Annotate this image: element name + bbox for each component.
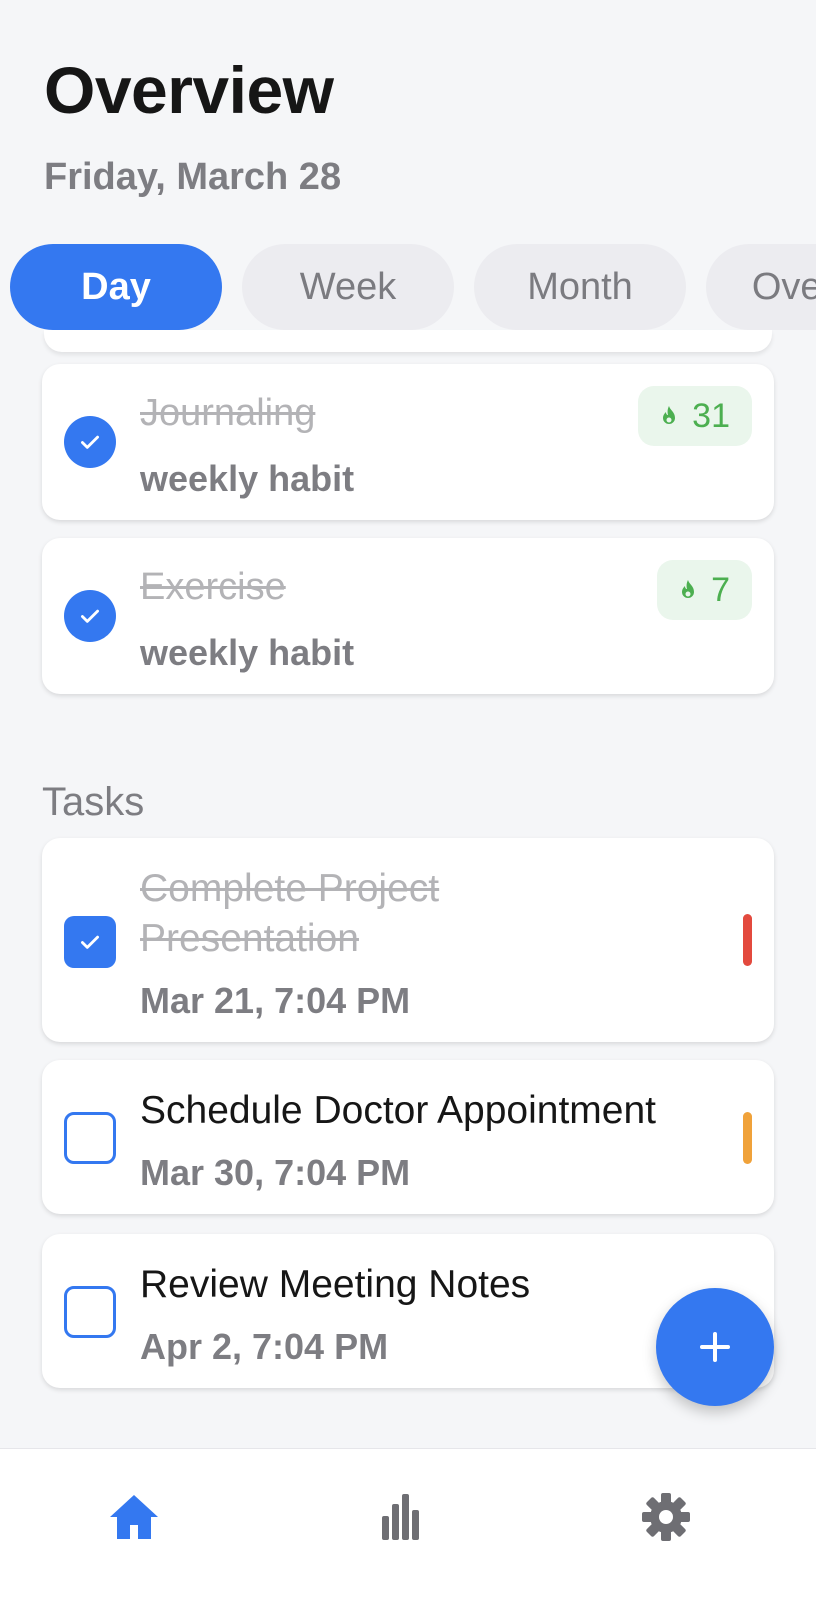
home-icon xyxy=(110,1495,158,1539)
habit-card-partial xyxy=(44,330,772,352)
habit-name: Journaling xyxy=(140,392,316,434)
task-card[interactable]: Schedule Doctor Appointment Mar 30, 7:04… xyxy=(42,1060,774,1214)
streak-count: 31 xyxy=(692,396,730,435)
nav-settings[interactable] xyxy=(636,1487,696,1547)
task-title: Review Meeting Notes xyxy=(140,1263,531,1306)
bottom-navigation xyxy=(0,1448,816,1600)
page-title: Overview xyxy=(44,53,334,127)
habit-card[interactable]: Exercise weekly habit 7 xyxy=(42,538,774,694)
tasks-section-heading: Tasks xyxy=(42,780,145,824)
app-screen: Overview Friday, March 28 Day Week Month Ov… xyxy=(0,0,816,1600)
checkmark-icon xyxy=(81,435,99,449)
task-due-date: Mar 21, 7:04 PM xyxy=(140,980,411,1021)
task-checkbox[interactable] xyxy=(64,916,116,968)
bar-chart-icon xyxy=(382,1494,419,1540)
priority-indicator-high xyxy=(743,914,752,966)
tab-week[interactable]: Week xyxy=(242,244,454,330)
habit-card[interactable]: Journaling weekly habit 31 xyxy=(42,364,774,520)
task-title: Complete Project Presentation xyxy=(140,864,439,964)
task-title-line: Presentation xyxy=(140,917,359,960)
checkmark-icon xyxy=(81,609,99,623)
checkmark-icon xyxy=(81,935,99,949)
task-checkbox[interactable] xyxy=(64,1286,116,1338)
flame-icon xyxy=(682,580,695,598)
habit-name: Exercise xyxy=(140,566,286,608)
task-checkbox[interactable] xyxy=(64,1112,116,1164)
nav-stats[interactable] xyxy=(370,1487,430,1547)
habit-frequency: weekly habit xyxy=(140,632,355,673)
task-title: Schedule Doctor Appointment xyxy=(140,1089,656,1132)
plus-icon xyxy=(700,1332,730,1362)
page-header: Overview Friday, March 28 xyxy=(44,52,341,199)
task-due-date: Mar 30, 7:04 PM xyxy=(140,1152,411,1193)
flame-icon xyxy=(663,406,676,424)
tab-day[interactable]: Day xyxy=(10,244,222,330)
current-date: Friday, March 28 xyxy=(44,156,342,198)
gear-icon xyxy=(642,1493,690,1541)
streak-badge: 7 xyxy=(657,560,752,620)
habit-checkbox[interactable] xyxy=(64,416,116,468)
habit-checkbox[interactable] xyxy=(64,590,116,642)
habit-frequency: weekly habit xyxy=(140,458,355,499)
nav-home[interactable] xyxy=(104,1487,164,1547)
task-card[interactable]: Complete Project Presentation Mar 21, 7:… xyxy=(42,838,774,1042)
task-due-date: Apr 2, 7:04 PM xyxy=(140,1326,389,1367)
tab-month[interactable]: Month xyxy=(474,244,686,330)
add-button[interactable] xyxy=(656,1288,774,1406)
task-title-line: Complete Project xyxy=(140,867,440,910)
period-tabs: DayWeekMonthOverall xyxy=(10,244,816,330)
streak-count: 7 xyxy=(711,570,730,609)
priority-indicator-medium xyxy=(743,1112,752,1164)
streak-badge: 31 xyxy=(638,386,752,446)
tab-overall[interactable]: Overall xyxy=(706,244,816,330)
